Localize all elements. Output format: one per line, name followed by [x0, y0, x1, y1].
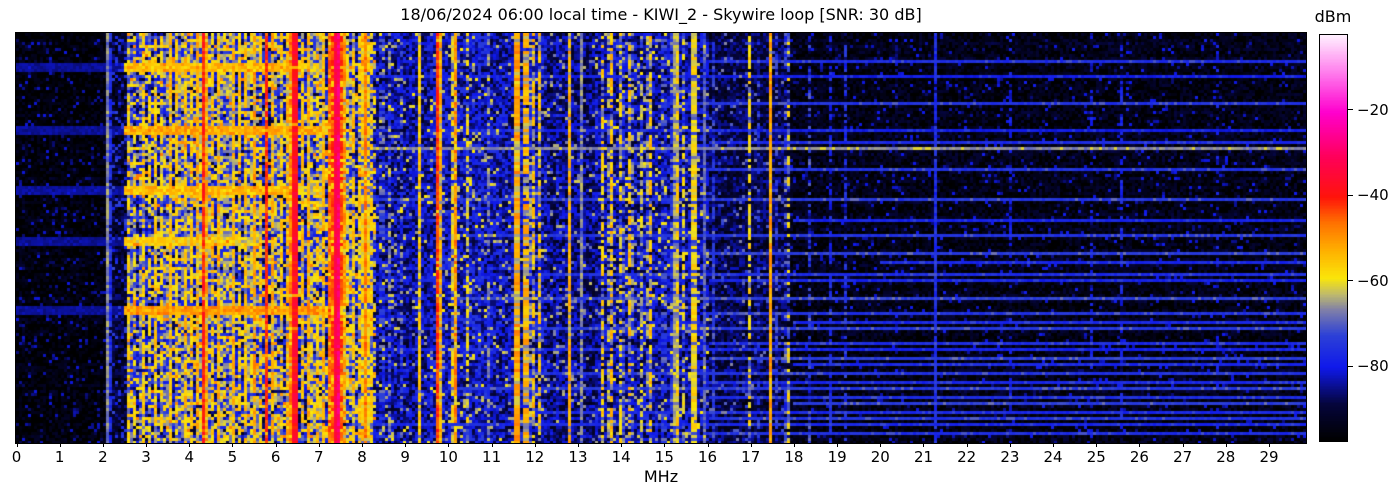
x-tick-label: 1 [54, 448, 65, 466]
x-tick-label: 28 [1216, 448, 1236, 466]
x-tick-mark [621, 443, 623, 447]
x-tick-mark [1182, 443, 1184, 447]
x-tick-mark [750, 443, 752, 447]
x-tick-label: 19 [827, 448, 847, 466]
x-tick-label: 6 [270, 448, 281, 466]
x-tick-mark [491, 443, 493, 447]
colorbar-tick-mark [1348, 280, 1353, 282]
x-tick-label: 14 [611, 448, 631, 466]
x-tick-mark [1269, 443, 1270, 447]
x-tick-mark [362, 443, 364, 447]
x-tick-label: 2 [98, 448, 108, 466]
x-tick-label: 21 [913, 448, 934, 466]
x-tick-mark [577, 443, 579, 447]
x-tick-mark [102, 443, 104, 447]
x-tick-mark [448, 443, 450, 447]
colorbar-tick-mark [1348, 194, 1353, 196]
x-tick-label: 23 [1000, 448, 1020, 466]
x-tick-mark [534, 443, 536, 447]
x-tick-mark [837, 443, 839, 447]
waterfall-canvas [16, 33, 1306, 443]
x-tick-label: 13 [568, 448, 588, 466]
x-tick-label: 26 [1129, 448, 1149, 466]
x-tick-label: 18 [784, 448, 804, 466]
x-axis-label: MHz [643, 467, 679, 486]
colorbar-tick-mark [1348, 109, 1353, 111]
x-tick-label: 10 [438, 448, 458, 466]
x-tick-label: 27 [1173, 448, 1193, 466]
spectrogram-figure: 18/06/2024 06:00 local time - KIWI_2 - S… [0, 0, 1400, 500]
x-tick-mark [318, 443, 320, 447]
x-tick-mark [16, 443, 18, 447]
x-tick-mark [1225, 443, 1227, 447]
colorbar-unit-label: dBm [1314, 7, 1352, 26]
x-tick-label: 16 [697, 448, 718, 466]
x-tick-label: 7 [314, 448, 324, 466]
chart-title: 18/06/2024 06:00 local time - KIWI_2 - S… [400, 5, 922, 24]
x-tick-label: 4 [184, 448, 195, 466]
x-tick-mark [966, 443, 968, 447]
x-tick-mark [664, 443, 666, 447]
x-tick-label: 17 [741, 448, 761, 466]
x-tick-label: 15 [654, 448, 674, 466]
waterfall-plot-area [15, 32, 1307, 444]
x-tick-mark [1009, 443, 1011, 447]
x-tick-label: 0 [11, 448, 22, 466]
colorbar-tick-label: −60 [1357, 271, 1389, 290]
x-tick-mark [146, 443, 148, 447]
x-tick-label: 22 [957, 448, 977, 466]
x-tick-mark [189, 443, 191, 447]
x-tick-mark [707, 443, 709, 447]
x-tick-mark [275, 443, 277, 447]
colorbar [1319, 34, 1348, 442]
x-tick-label: 3 [141, 448, 151, 466]
x-tick-label: 9 [400, 448, 410, 466]
colorbar-tick-label: −40 [1357, 186, 1389, 205]
x-tick-label: 8 [357, 448, 367, 466]
x-tick-mark [923, 443, 925, 447]
colorbar-tick-label: −20 [1357, 100, 1389, 119]
x-tick-mark [232, 443, 234, 447]
x-tick-mark [1096, 443, 1098, 447]
x-tick-label: 11 [482, 448, 502, 466]
x-tick-label: 12 [525, 448, 545, 466]
colorbar-tick-label: −80 [1357, 357, 1389, 376]
x-tick-label: 20 [870, 448, 890, 466]
x-tick-mark [1053, 443, 1055, 447]
x-tick-label: 29 [1259, 448, 1279, 466]
x-tick-label: 5 [227, 448, 238, 466]
x-tick-mark [405, 443, 407, 447]
colorbar-tick-mark [1348, 365, 1353, 367]
x-tick-label: 25 [1086, 448, 1106, 466]
x-tick-mark [880, 443, 882, 447]
x-tick-mark [793, 443, 795, 447]
colorbar-gradient-canvas [1320, 35, 1347, 441]
x-tick-label: 24 [1043, 448, 1063, 466]
x-tick-mark [1139, 443, 1141, 447]
x-tick-mark [59, 443, 61, 447]
